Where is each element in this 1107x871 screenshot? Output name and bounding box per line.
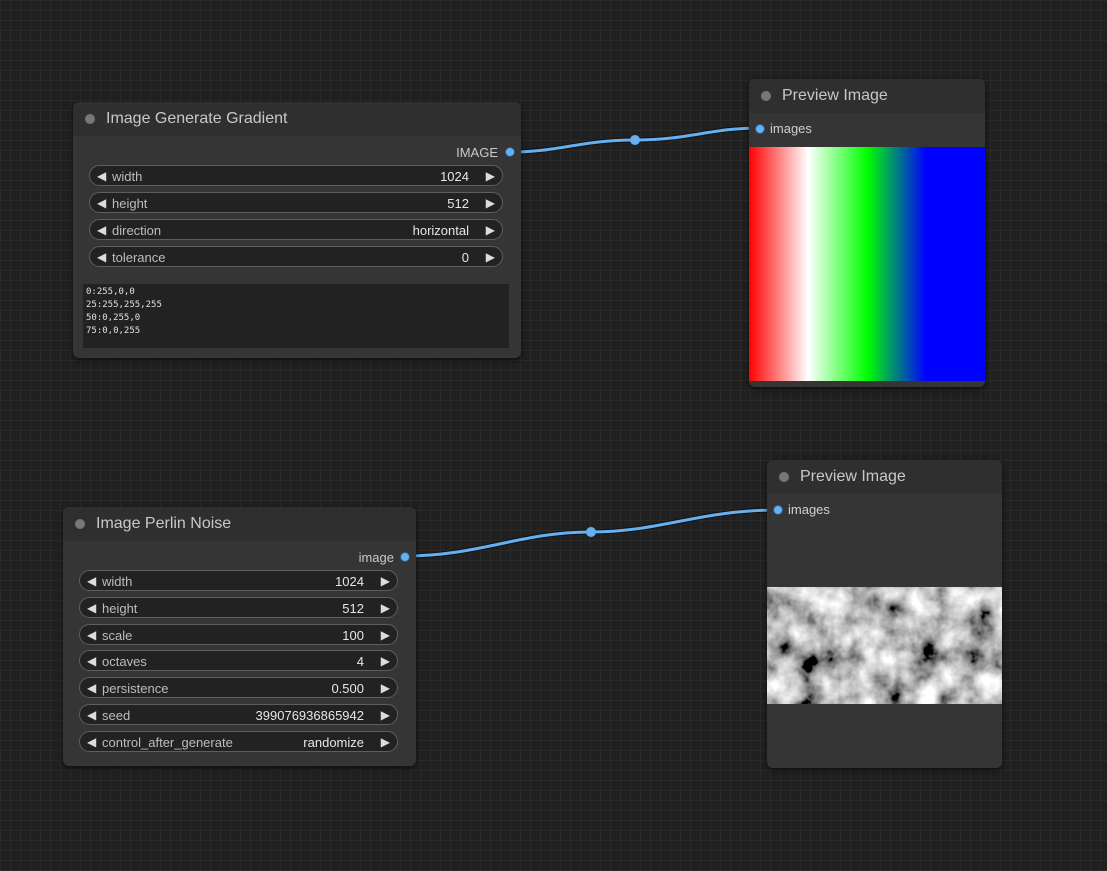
decrement-arrow-icon[interactable]: ◀ [87,598,96,619]
widget-label: octaves [102,654,147,669]
widget-tolerance[interactable]: ◀ tolerance 0 ▶ [89,246,503,267]
widget-direction[interactable]: ◀ direction horizontal ▶ [89,219,503,240]
node-image-perlin-noise[interactable]: Image Perlin Noise image ◀ width 1024 ▶ … [63,507,416,766]
widget-label: direction [112,223,162,238]
output-row: IMAGE [73,142,521,162]
node-collapse-dot-icon[interactable] [85,114,95,124]
increment-arrow-icon[interactable]: ▶ [486,247,495,268]
widget-value[interactable]: 4 [357,651,364,672]
widget-value[interactable]: 100 [342,625,364,646]
widget-label: height [112,196,148,211]
widget-label: width [102,574,133,589]
widget-persistence[interactable]: ◀ persistence 0.500 ▶ [79,677,398,698]
input-slot-dot-icon[interactable] [755,124,765,134]
input-slot-dot-icon[interactable] [773,505,783,515]
increment-arrow-icon[interactable]: ▶ [486,193,495,214]
widget-height[interactable]: ◀ height 512 ▶ [89,192,503,213]
node-collapse-dot-icon[interactable] [779,472,789,482]
decrement-arrow-icon[interactable]: ◀ [97,193,106,214]
increment-arrow-icon[interactable]: ▶ [381,651,390,672]
gradient-preview-image[interactable] [749,147,985,381]
node-preview-image-1[interactable]: Preview Image images [749,79,985,387]
widget-label: control_after_generate [102,735,233,750]
widget-value[interactable]: 512 [447,193,469,214]
widget-value[interactable]: 0.500 [331,678,364,699]
node-preview-image-2[interactable]: Preview Image images [767,460,1002,768]
widget-value[interactable]: horizontal [413,220,469,241]
link-midpoint-1[interactable] [630,135,640,145]
node-title-bar[interactable]: Image Perlin Noise [63,507,416,541]
decrement-arrow-icon[interactable]: ◀ [97,166,106,187]
gradient-stops-textarea[interactable]: 0:255,0,0 25:255,255,255 50:0,255,0 75:0… [83,284,509,348]
input-row: images [749,119,985,139]
increment-arrow-icon[interactable]: ▶ [486,220,495,241]
decrement-arrow-icon[interactable]: ◀ [97,247,106,268]
output-label: image [358,550,394,565]
node-collapse-dot-icon[interactable] [761,91,771,101]
increment-arrow-icon[interactable]: ▶ [381,625,390,646]
widget-value[interactable]: 0 [462,247,469,268]
gradient-stop-line: 25:255,255,255 [86,300,162,310]
widget-octaves[interactable]: ◀ octaves 4 ▶ [79,650,398,671]
input-label: images [770,121,812,136]
node-title-bar[interactable]: Preview Image [767,460,1002,494]
node-title: Image Generate Gradient [106,110,288,127]
node-title-bar[interactable]: Image Generate Gradient [73,102,521,136]
widget-label: persistence [102,681,169,696]
widget-value[interactable]: 1024 [335,571,364,592]
widget-label: height [102,601,138,616]
increment-arrow-icon[interactable]: ▶ [381,571,390,592]
node-title: Preview Image [782,87,888,104]
decrement-arrow-icon[interactable]: ◀ [87,651,96,672]
input-row: images [767,500,1002,520]
widget-label: seed [102,708,131,723]
node-collapse-dot-icon[interactable] [75,519,85,529]
decrement-arrow-icon[interactable]: ◀ [87,571,96,592]
increment-arrow-icon[interactable]: ▶ [486,166,495,187]
decrement-arrow-icon[interactable]: ◀ [87,678,96,699]
link-midpoint-2[interactable] [586,527,596,537]
node-title: Image Perlin Noise [96,515,232,532]
increment-arrow-icon[interactable]: ▶ [381,705,390,726]
widget-scale[interactable]: ◀ scale 100 ▶ [79,624,398,645]
increment-arrow-icon[interactable]: ▶ [381,732,390,753]
widget-control-after-generate[interactable]: ◀ control_after_generate randomize ▶ [79,731,398,752]
node-image-generate-gradient[interactable]: Image Generate Gradient IMAGE ◀ width 10… [73,102,521,358]
widget-seed[interactable]: ◀ seed 399076936865942 ▶ [79,704,398,725]
widget-width[interactable]: ◀ width 1024 ▶ [79,570,398,591]
widget-label: tolerance [112,250,166,265]
increment-arrow-icon[interactable]: ▶ [381,678,390,699]
input-label: images [788,502,830,517]
widget-height[interactable]: ◀ height 512 ▶ [79,597,398,618]
output-slot-dot-icon[interactable] [400,552,410,562]
gradient-stop-line: 0:255,0,0 [86,287,135,297]
widget-width[interactable]: ◀ width 1024 ▶ [89,165,503,186]
decrement-arrow-icon[interactable]: ◀ [87,625,96,646]
output-row: image [63,547,416,567]
decrement-arrow-icon[interactable]: ◀ [97,220,106,241]
output-slot-dot-icon[interactable] [505,147,515,157]
decrement-arrow-icon[interactable]: ◀ [87,705,96,726]
widget-value[interactable]: 512 [342,598,364,619]
widget-label: width [112,169,143,184]
widget-value[interactable]: 1024 [440,166,469,187]
decrement-arrow-icon[interactable]: ◀ [87,732,96,753]
widget-value[interactable]: 399076936865942 [256,705,364,726]
node-title-bar[interactable]: Preview Image [749,79,985,113]
gradient-stop-line: 75:0,0,255 [86,326,141,336]
widget-value[interactable]: randomize [303,732,364,753]
increment-arrow-icon[interactable]: ▶ [381,598,390,619]
node-title: Preview Image [800,468,906,485]
widget-label: scale [102,628,133,643]
perlin-noise-preview-image[interactable] [767,587,1002,704]
output-label: IMAGE [456,145,498,160]
gradient-stop-line: 50:0,255,0 [86,313,141,323]
